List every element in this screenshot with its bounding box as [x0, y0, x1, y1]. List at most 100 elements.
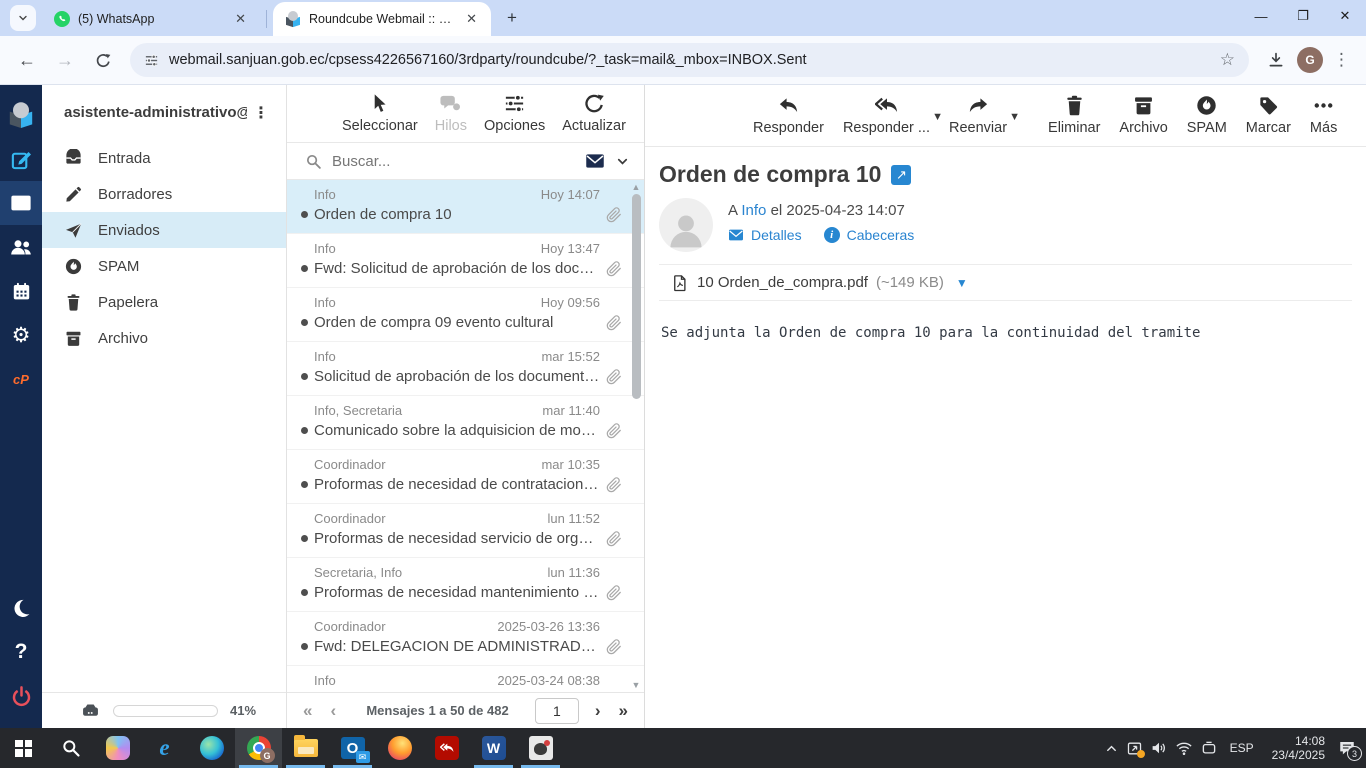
edge-icon[interactable]	[188, 728, 235, 768]
tray-app-icon[interactable]	[1126, 740, 1143, 757]
close-tab-icon[interactable]: ✕	[231, 10, 250, 28]
details-toggle[interactable]: Detalles	[728, 227, 802, 243]
toolbar-button[interactable]: Opciones	[484, 92, 545, 134]
toolbar-button[interactable]: Responder	[753, 94, 824, 136]
search-input[interactable]: Buscar...	[332, 153, 575, 170]
sidebar-folder-item[interactable]: Archivo	[42, 320, 286, 356]
forward-button[interactable]: →	[48, 43, 82, 77]
taskbar-search-icon[interactable]	[47, 728, 94, 768]
window-maximize-button[interactable]: ❐	[1282, 0, 1324, 32]
browser-menu-icon[interactable]: ⋮	[1327, 50, 1356, 70]
list-scrollbar[interactable]: ▲▼	[630, 182, 642, 690]
message-list-row[interactable]: Coordinador 2025-03-26 13:36 Fwd: DELEGA…	[287, 612, 644, 666]
back-button[interactable]: ←	[10, 43, 44, 77]
message-list-row[interactable]: Info 2025-03-24 08:38	[287, 666, 644, 692]
message-list-row[interactable]: Secretaria, Info lun 11:36 Proformas de …	[287, 558, 644, 612]
prev-page-button[interactable]: ‹	[326, 701, 340, 721]
profile-avatar[interactable]: G	[1297, 47, 1323, 73]
calendar-nav-button[interactable]	[0, 269, 42, 313]
display-connect-icon[interactable]	[1200, 739, 1218, 757]
search-options-chevron-icon[interactable]	[615, 154, 630, 169]
logout-power-icon[interactable]	[0, 674, 42, 718]
message-list-row[interactable]: Info Hoy 14:07 Orden de compra 10	[287, 180, 644, 234]
tab-roundcube[interactable]: Roundcube Webmail :: Enviados ✕	[273, 2, 491, 36]
dark-mode-moon-icon[interactable]	[0, 586, 42, 630]
sidebar-folder-item[interactable]: Entrada	[42, 140, 286, 176]
help-icon[interactable]: ?	[0, 630, 42, 674]
cpanel-icon[interactable]: cP	[0, 357, 42, 401]
tab-whatsapp[interactable]: (5) WhatsApp ✕	[42, 2, 260, 36]
tab-search-chevron[interactable]	[10, 5, 36, 31]
window-minimize-button[interactable]: —	[1240, 0, 1282, 32]
mail-nav-button[interactable]	[0, 181, 42, 225]
dropdown-caret-icon[interactable]: ▼	[932, 111, 943, 123]
dropdown-caret-icon[interactable]: ▼	[1009, 111, 1020, 123]
first-page-button[interactable]: «	[299, 701, 316, 721]
message-list-row[interactable]: Info Hoy 13:47 Fwd: Solicitud de aprobac…	[287, 234, 644, 288]
toolbar-button[interactable]: Hilos	[435, 92, 467, 134]
next-page-button[interactable]: ›	[591, 701, 605, 721]
file-explorer-icon[interactable]	[282, 728, 329, 768]
scrollbar-thumb[interactable]	[632, 194, 641, 399]
word-icon[interactable]: W	[470, 728, 517, 768]
reload-button[interactable]	[86, 43, 120, 77]
last-page-button[interactable]: »	[615, 701, 632, 721]
toolbar-button[interactable]: Eliminar	[1048, 94, 1100, 136]
url-text[interactable]: webmail.sanjuan.gob.ec/cpsess4226567160/…	[169, 52, 1210, 68]
toolbar-button[interactable]: SPAM	[1187, 94, 1227, 136]
language-indicator[interactable]: ESP	[1225, 741, 1259, 755]
notification-center-icon[interactable]: 3	[1338, 739, 1356, 757]
toolbar-button[interactable]: Más	[1310, 94, 1337, 136]
message-list-row[interactable]: Info mar 15:52 Solicitud de aprobación d…	[287, 342, 644, 396]
recipient-link[interactable]: Info	[741, 202, 766, 219]
bookmark-star-icon[interactable]: ☆	[1220, 50, 1235, 70]
account-menu-icon[interactable]: ⋮	[247, 103, 276, 123]
page-number-input[interactable]: 1	[535, 698, 579, 724]
volume-icon[interactable]	[1150, 739, 1168, 757]
toolbar-button[interactable]: Actualizar	[562, 92, 626, 134]
internet-explorer-icon[interactable]: e	[141, 728, 188, 768]
attachment-name[interactable]: 10 Orden_de_compra.pdf	[697, 274, 868, 291]
firefox-icon[interactable]	[376, 728, 423, 768]
settings-gear-icon[interactable]: ⚙	[0, 313, 42, 357]
address-bar[interactable]: webmail.sanjuan.gob.ec/cpsess4226567160/…	[130, 43, 1249, 77]
open-in-new-window-icon[interactable]: ↗	[891, 165, 911, 185]
message-subject: Orden de compra 10	[314, 206, 452, 223]
attachment-menu-caret-icon[interactable]: ▼	[956, 276, 968, 290]
sidebar-folder-item[interactable]: Papelera	[42, 284, 286, 320]
toolbar-button[interactable]: Reenviar ▼	[949, 94, 1007, 136]
toolbar-button[interactable]: Archivo	[1119, 94, 1167, 136]
message-list-row[interactable]: Info, Secretaria mar 11:40 Comunicado so…	[287, 396, 644, 450]
contacts-nav-button[interactable]	[0, 225, 42, 269]
attachment-row[interactable]: 10 Orden_de_compra.pdf (~149 KB) ▼	[659, 264, 1352, 301]
downloads-icon[interactable]	[1259, 43, 1293, 77]
tray-expand-chevron-icon[interactable]	[1104, 741, 1119, 756]
toolbar-button[interactable]: Marcar	[1246, 94, 1291, 136]
message-list-row[interactable]: Coordinador lun 11:52 Proformas de neces…	[287, 504, 644, 558]
message-list-row[interactable]: Info Hoy 09:56 Orden de compra 09 evento…	[287, 288, 644, 342]
close-tab-icon[interactable]: ✕	[462, 10, 481, 28]
copilot-icon[interactable]	[94, 728, 141, 768]
new-tab-button[interactable]: +	[499, 5, 525, 31]
window-close-button[interactable]: ✕	[1324, 0, 1366, 32]
chrome-icon[interactable]: G	[235, 728, 282, 768]
folder-label: Papelera	[98, 294, 158, 311]
sidebar-folder-item[interactable]: Enviados	[42, 212, 286, 248]
headers-toggle[interactable]: i Cabeceras	[824, 227, 915, 243]
sidebar-folder-item[interactable]: SPAM	[42, 248, 286, 284]
message-list-row[interactable]: Coordinador mar 10:35 Proformas de neces…	[287, 450, 644, 504]
wifi-icon[interactable]	[1175, 739, 1193, 757]
search-scope-envelope-icon[interactable]	[585, 151, 605, 171]
java-app-icon[interactable]	[517, 728, 564, 768]
toolbar-button[interactable]: Responder ... ▼	[843, 94, 930, 136]
start-button[interactable]	[0, 728, 47, 768]
clock[interactable]: 14:08 23/4/2025	[1266, 734, 1331, 762]
sidebar-folder-item[interactable]: Borradores	[42, 176, 286, 212]
compose-button[interactable]	[0, 137, 42, 181]
toolbar-button[interactable]: Seleccionar	[342, 92, 418, 134]
search-bar[interactable]: Buscar...	[287, 142, 644, 180]
acrobat-icon[interactable]	[423, 728, 470, 768]
site-info-icon[interactable]	[144, 53, 159, 68]
outlook-icon[interactable]: O	[329, 728, 376, 768]
message-view-pane: Responder Responder ... ▼ Reenviar ▼ Eli…	[645, 85, 1366, 728]
